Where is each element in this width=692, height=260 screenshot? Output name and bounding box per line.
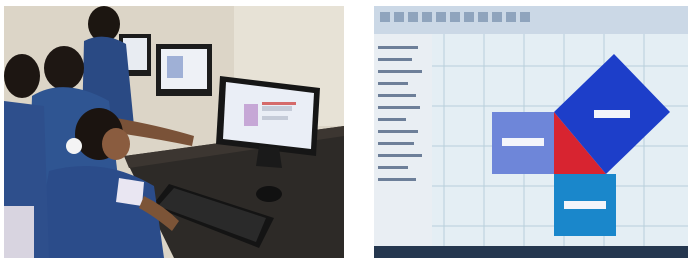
classroom-illustration	[4, 6, 344, 258]
software-toolbar	[374, 6, 688, 34]
monitor-back-2	[156, 44, 212, 96]
classroom-photo	[4, 6, 344, 258]
taskbar	[374, 246, 688, 258]
algebra-panel	[374, 34, 432, 258]
geometry-illustration	[374, 6, 688, 258]
geometry-screen-photo	[374, 6, 688, 258]
mouse	[256, 186, 282, 202]
